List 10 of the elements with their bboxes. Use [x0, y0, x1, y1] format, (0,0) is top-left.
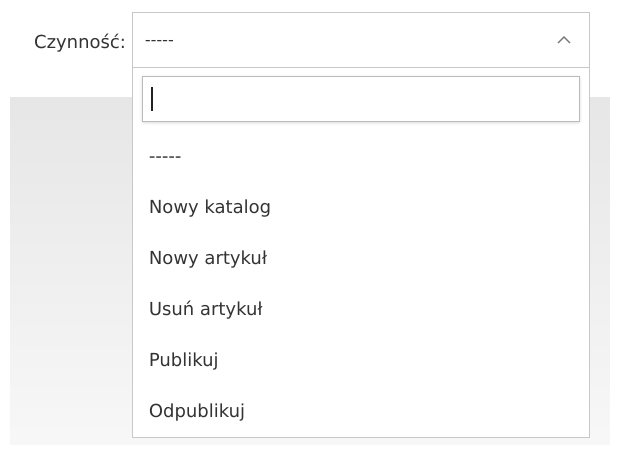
search-field[interactable] — [142, 76, 580, 122]
text-cursor — [150, 87, 153, 111]
dropdown-option[interactable]: Usuń artykuł — [142, 284, 580, 335]
select-field[interactable]: ----- — [132, 12, 590, 68]
field-label: Czynność: — [34, 31, 126, 55]
dropdown-option[interactable]: Nowy katalog — [142, 182, 580, 233]
dropdown-option[interactable]: Publikuj — [142, 335, 580, 386]
dropdown-option[interactable]: ----- — [142, 131, 580, 182]
dropdown-option[interactable]: Nowy artykuł — [142, 233, 580, 284]
dropdown-option[interactable]: Odpublikuj — [142, 386, 580, 437]
